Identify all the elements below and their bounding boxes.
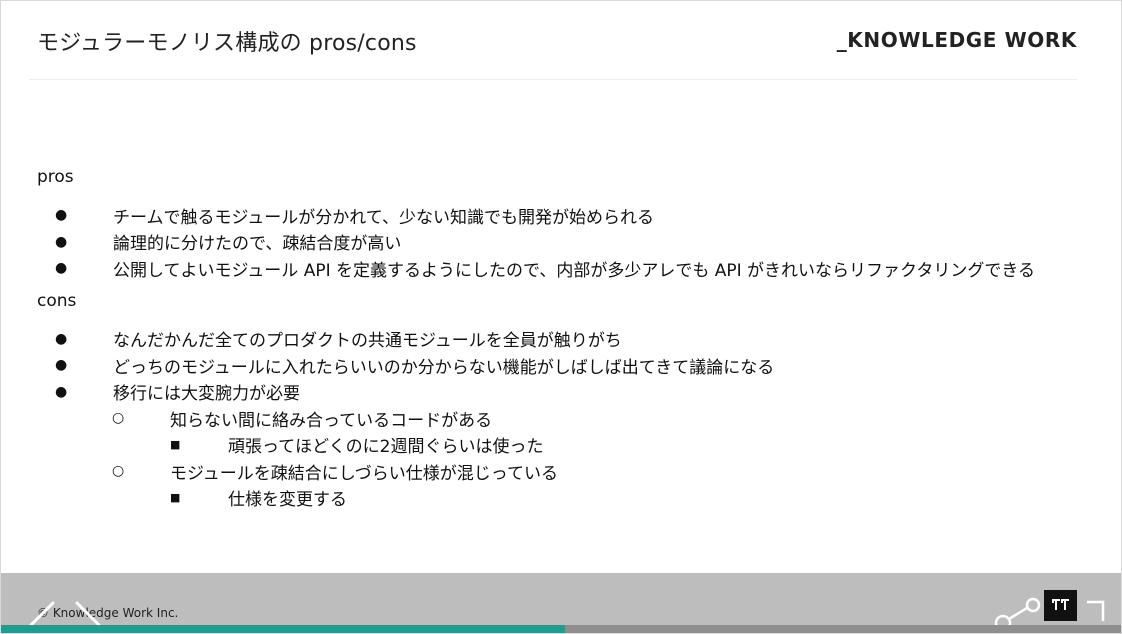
header-divider [29,79,1077,80]
bullet-disc: ● [55,383,68,400]
bullet-square: ■ [170,438,181,452]
brand-logo: _KNOWLEDGE WORK [836,28,1077,52]
list-item: ● 移行には大変腕力が必要 [37,379,1061,406]
bullet-disc: ● [55,260,68,277]
list-item: ● なんだかんだ全てのプロダクトの共通モジュールを全員が触りがち [37,326,1061,353]
progress-bar[interactable] [1,625,1121,633]
list-item-text: 論理的に分けたので、疎結合度が高い [113,234,402,255]
corner-button[interactable] [1085,599,1107,623]
list-item-text: 移行には大変腕力が必要 [113,384,300,405]
cons-label: cons [37,290,77,311]
fullscreen-icon [1051,598,1069,610]
list-item: ○ モジュールを疎結合にしづらい仕様が混じっている [37,458,1061,485]
progress-fill [1,625,566,633]
list-item: ● どっちのモジュールに入れたらいいのか分からない機能がしばしば出てきて議論にな… [37,352,1061,379]
pros-list: ● チームで触るモジュールが分かれて、少ない知識でも開発が始められる ● 論理的… [37,202,1061,282]
slide-frame: モジュラーモノリス構成の pros/cons _KNOWLEDGE WORK p… [0,0,1122,634]
bullet-square: ■ [170,491,181,505]
list-item: ■ 頑張ってほどくのに2週間ぐらいは使った [37,432,1061,459]
list-item-text: 頑張ってほどくのに2週間ぐらいは使った [228,437,544,458]
fullscreen-button[interactable] [1044,590,1077,621]
corner-bracket-icon [1087,600,1105,621]
list-item-text: チームで触るモジュールが分かれて、少ない知識でも開発が始められる [113,207,654,228]
bullet-disc: ● [55,233,68,250]
list-item-text: 公開してよいモジュール API を定義するようにしたので、内部が多少アレでも A… [113,260,1036,281]
footer-bar [1,573,1121,633]
slide-content: pros ● チームで触るモジュールが分かれて、少ない知識でも開発が始められる … [37,164,1061,511]
pros-label: pros [37,167,74,187]
list-item: ○ 知らない間に絡み合っているコードがある [37,405,1061,432]
cons-list: ● なんだかんだ全てのプロダクトの共通モジュールを全員が触りがち ● どっちのモ… [37,326,1061,512]
list-item-text: 知らない間に絡み合っているコードがある [170,410,493,431]
list-item-text: どっちのモジュールに入れたらいいのか分からない機能がしばしば出てきて議論になる [113,357,775,378]
list-item-text: 仕様を変更する [228,490,347,511]
list-item: ● 論理的に分けたので、疎結合度が高い [37,229,1061,256]
list-item: ● チームで触るモジュールが分かれて、少ない知識でも開発が始められる [37,202,1061,229]
slide-title: モジュラーモノリス構成の pros/cons [37,31,417,56]
list-item: ■ 仕様を変更する [37,485,1061,512]
bullet-disc: ● [55,207,68,224]
bullet-disc: ● [55,357,68,374]
bullet-disc: ● [55,330,68,347]
list-item-text: なんだかんだ全てのプロダクトの共通モジュールを全員が触りがち [113,331,622,352]
bullet-circle: ○ [112,410,125,427]
bullet-circle: ○ [112,463,125,480]
list-item-text: モジュールを疎結合にしづらい仕様が混じっている [170,463,558,484]
list-item: ● 公開してよいモジュール API を定義するようにしたので、内部が多少アレでも… [37,255,1061,282]
